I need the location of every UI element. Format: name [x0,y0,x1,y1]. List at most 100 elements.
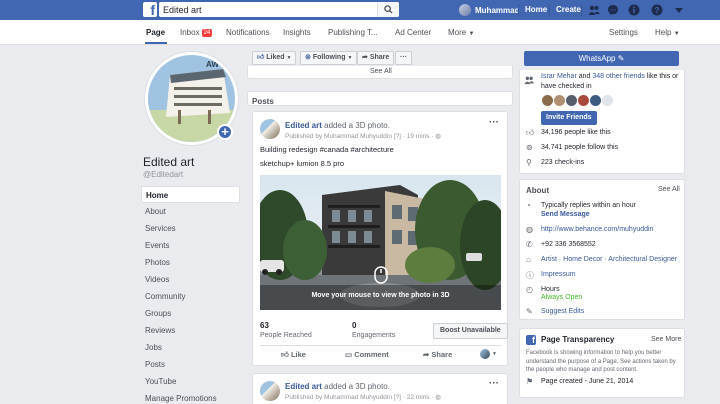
sidebar-item-reviews[interactable]: Reviews [141,322,240,339]
messenger-icon[interactable] [607,4,619,16]
tab-insights[interactable]: Insights [283,28,311,37]
friend-link[interactable]: Israr Mehar [541,73,577,80]
share-icon: ➦ [362,54,368,61]
avatar[interactable] [602,95,613,106]
sidebar-item-youtube[interactable]: YouTube [141,373,240,390]
categories-row: ⌂ Artist · Home Decor · Architectural Des… [526,255,677,264]
tab-more[interactable]: More ▼ [448,28,474,37]
help-icon[interactable]: ? [651,4,663,16]
avatar[interactable] [578,95,589,106]
search-button[interactable] [377,2,399,17]
tab-inbox[interactable]: Inbox 24 [180,28,213,37]
post-text-2: sketchup+ lumion 8.5 pro [260,159,345,168]
tab-ad-center[interactable]: Ad Center [395,28,431,37]
notifications-icon[interactable] [628,4,640,16]
search-input[interactable] [159,2,373,17]
chevron-down-icon: ▼ [286,55,292,61]
website-link[interactable]: http://www.behance.com/muhyuddin [541,226,653,233]
clock-icon: ◴ [526,285,533,294]
globe-icon: ◍ [435,394,441,401]
comment-button[interactable]: ▭ Comment [345,350,389,359]
whatsapp-button[interactable]: WhatsApp ✎ [524,51,679,66]
post-as-selector[interactable]: ▼ [480,349,497,359]
impressum-row: ⓘ Impressum [526,270,576,280]
avatar[interactable] [554,95,565,106]
send-message-link[interactable]: Send Message [541,211,590,218]
search-box [159,2,399,17]
transparency-see-more-link[interactable]: See More [651,336,681,343]
transparency-description: Facebook is showing information to help … [526,349,684,375]
like-button[interactable]: 👍︎ Like [281,350,306,360]
post-author-avatar[interactable] [260,119,280,139]
more-options-button[interactable]: ··· [395,51,412,65]
categories-links[interactable]: Artist · Home Decor · Architectural Desi… [541,256,677,263]
about-title: About [526,186,550,195]
hours-row: ◴ Hours [526,285,560,294]
avatar[interactable] [542,95,553,106]
sidebar-item-events[interactable]: Events [141,237,240,254]
see-all-link[interactable]: See All [370,68,392,75]
friends-like-text: Israr Mehar and 348 other friends like t… [541,72,685,92]
profile-link[interactable]: Muhammad [459,3,519,17]
post-author-avatar[interactable] [260,381,280,401]
chevron-down-icon: ▼ [492,351,497,357]
tab-page[interactable]: Page [146,28,165,37]
sidebar-item-home[interactable]: Home [141,186,240,203]
sidebar-item-services[interactable]: Services [141,220,240,237]
share-button[interactable]: ➦ Share [423,350,452,359]
post-timestamp[interactable]: 19 mins [407,133,430,140]
svg-text:?: ? [655,6,660,15]
question-icon: [?] [393,394,401,401]
boost-button[interactable]: Boost Unavailable [433,323,508,339]
other-friends-link[interactable]: 348 other friends [592,73,645,80]
post-options-icon[interactable]: ··· [489,117,499,128]
create-link[interactable]: Create [556,5,581,14]
impressum-link[interactable]: Impressum [541,271,576,278]
sidebar-item-about[interactable]: About [141,203,240,220]
sidebar-item-community[interactable]: Community [141,288,240,305]
post-author-link[interactable]: Edited art [285,382,322,391]
add-profile-picture-button[interactable]: + [217,124,233,140]
share-icon: ➦ [423,350,430,359]
facebook-logo-icon[interactable]: f [143,2,157,17]
sidebar-item-jobs[interactable]: Jobs [141,339,240,356]
checkins-count: 223 check-ins [541,159,585,166]
post-author-link[interactable]: Edited art [285,121,322,130]
page-handle[interactable]: @Editedart [143,170,183,179]
share-page-button[interactable]: ➦ Share [357,51,395,65]
thumbs-up-icon: 👍︎ [257,54,265,61]
location-pin-icon: ⚲ [526,158,532,167]
follows-row: ⊚ 34,741 people follow this [526,143,618,152]
post-options-icon[interactable]: ··· [489,378,499,389]
sidebar-item-photos[interactable]: Photos [141,254,240,271]
settings-link[interactable]: Settings [609,28,638,37]
sidebar-item-manage-promotions[interactable]: Manage Promotions [141,390,240,404]
previous-card-footer: See All [247,66,513,79]
sidebar-item-posts[interactable]: Posts [141,356,240,373]
friend-requests-icon[interactable] [588,4,600,16]
suggest-edits-link[interactable]: Suggest Edits [541,308,584,315]
following-button[interactable]: ⊚ Following ▼ [300,51,358,65]
avatar[interactable] [566,95,577,106]
tab-publishing-tools[interactable]: Publishing T... [328,28,378,37]
liked-button[interactable]: 👍︎ Liked ▼ [252,51,297,65]
account-menu-icon[interactable] [673,4,685,16]
tab-notifications[interactable]: Notifications [226,28,270,37]
about-see-all-link[interactable]: See All [658,186,680,193]
page-created-text: Page created - June 21, 2014 [541,378,634,385]
home-link[interactable]: Home [525,5,547,14]
sidebar-item-groups[interactable]: Groups [141,305,240,322]
avatar[interactable] [590,95,601,106]
whatsapp-label: WhatsApp [578,54,616,63]
invite-friends-button[interactable]: Invite Friends [541,111,597,125]
transparency-text-1: Facebook is showing information to help … [526,350,662,356]
help-menu[interactable]: Help ▼ [655,28,680,37]
page-transparency-card: f Page Transparency See More Facebook is… [519,328,685,398]
sidebar-item-videos[interactable]: Videos [141,271,240,288]
transparency-title: Page Transparency [541,335,615,344]
globe-icon: ◍ [526,225,533,234]
post-3d-photo[interactable]: Move your mouse to view the photo in 3D [260,175,501,310]
open-status: Always Open [541,294,583,301]
post-timestamp[interactable]: 22 mins [407,394,430,401]
share-label: Share [369,54,390,61]
